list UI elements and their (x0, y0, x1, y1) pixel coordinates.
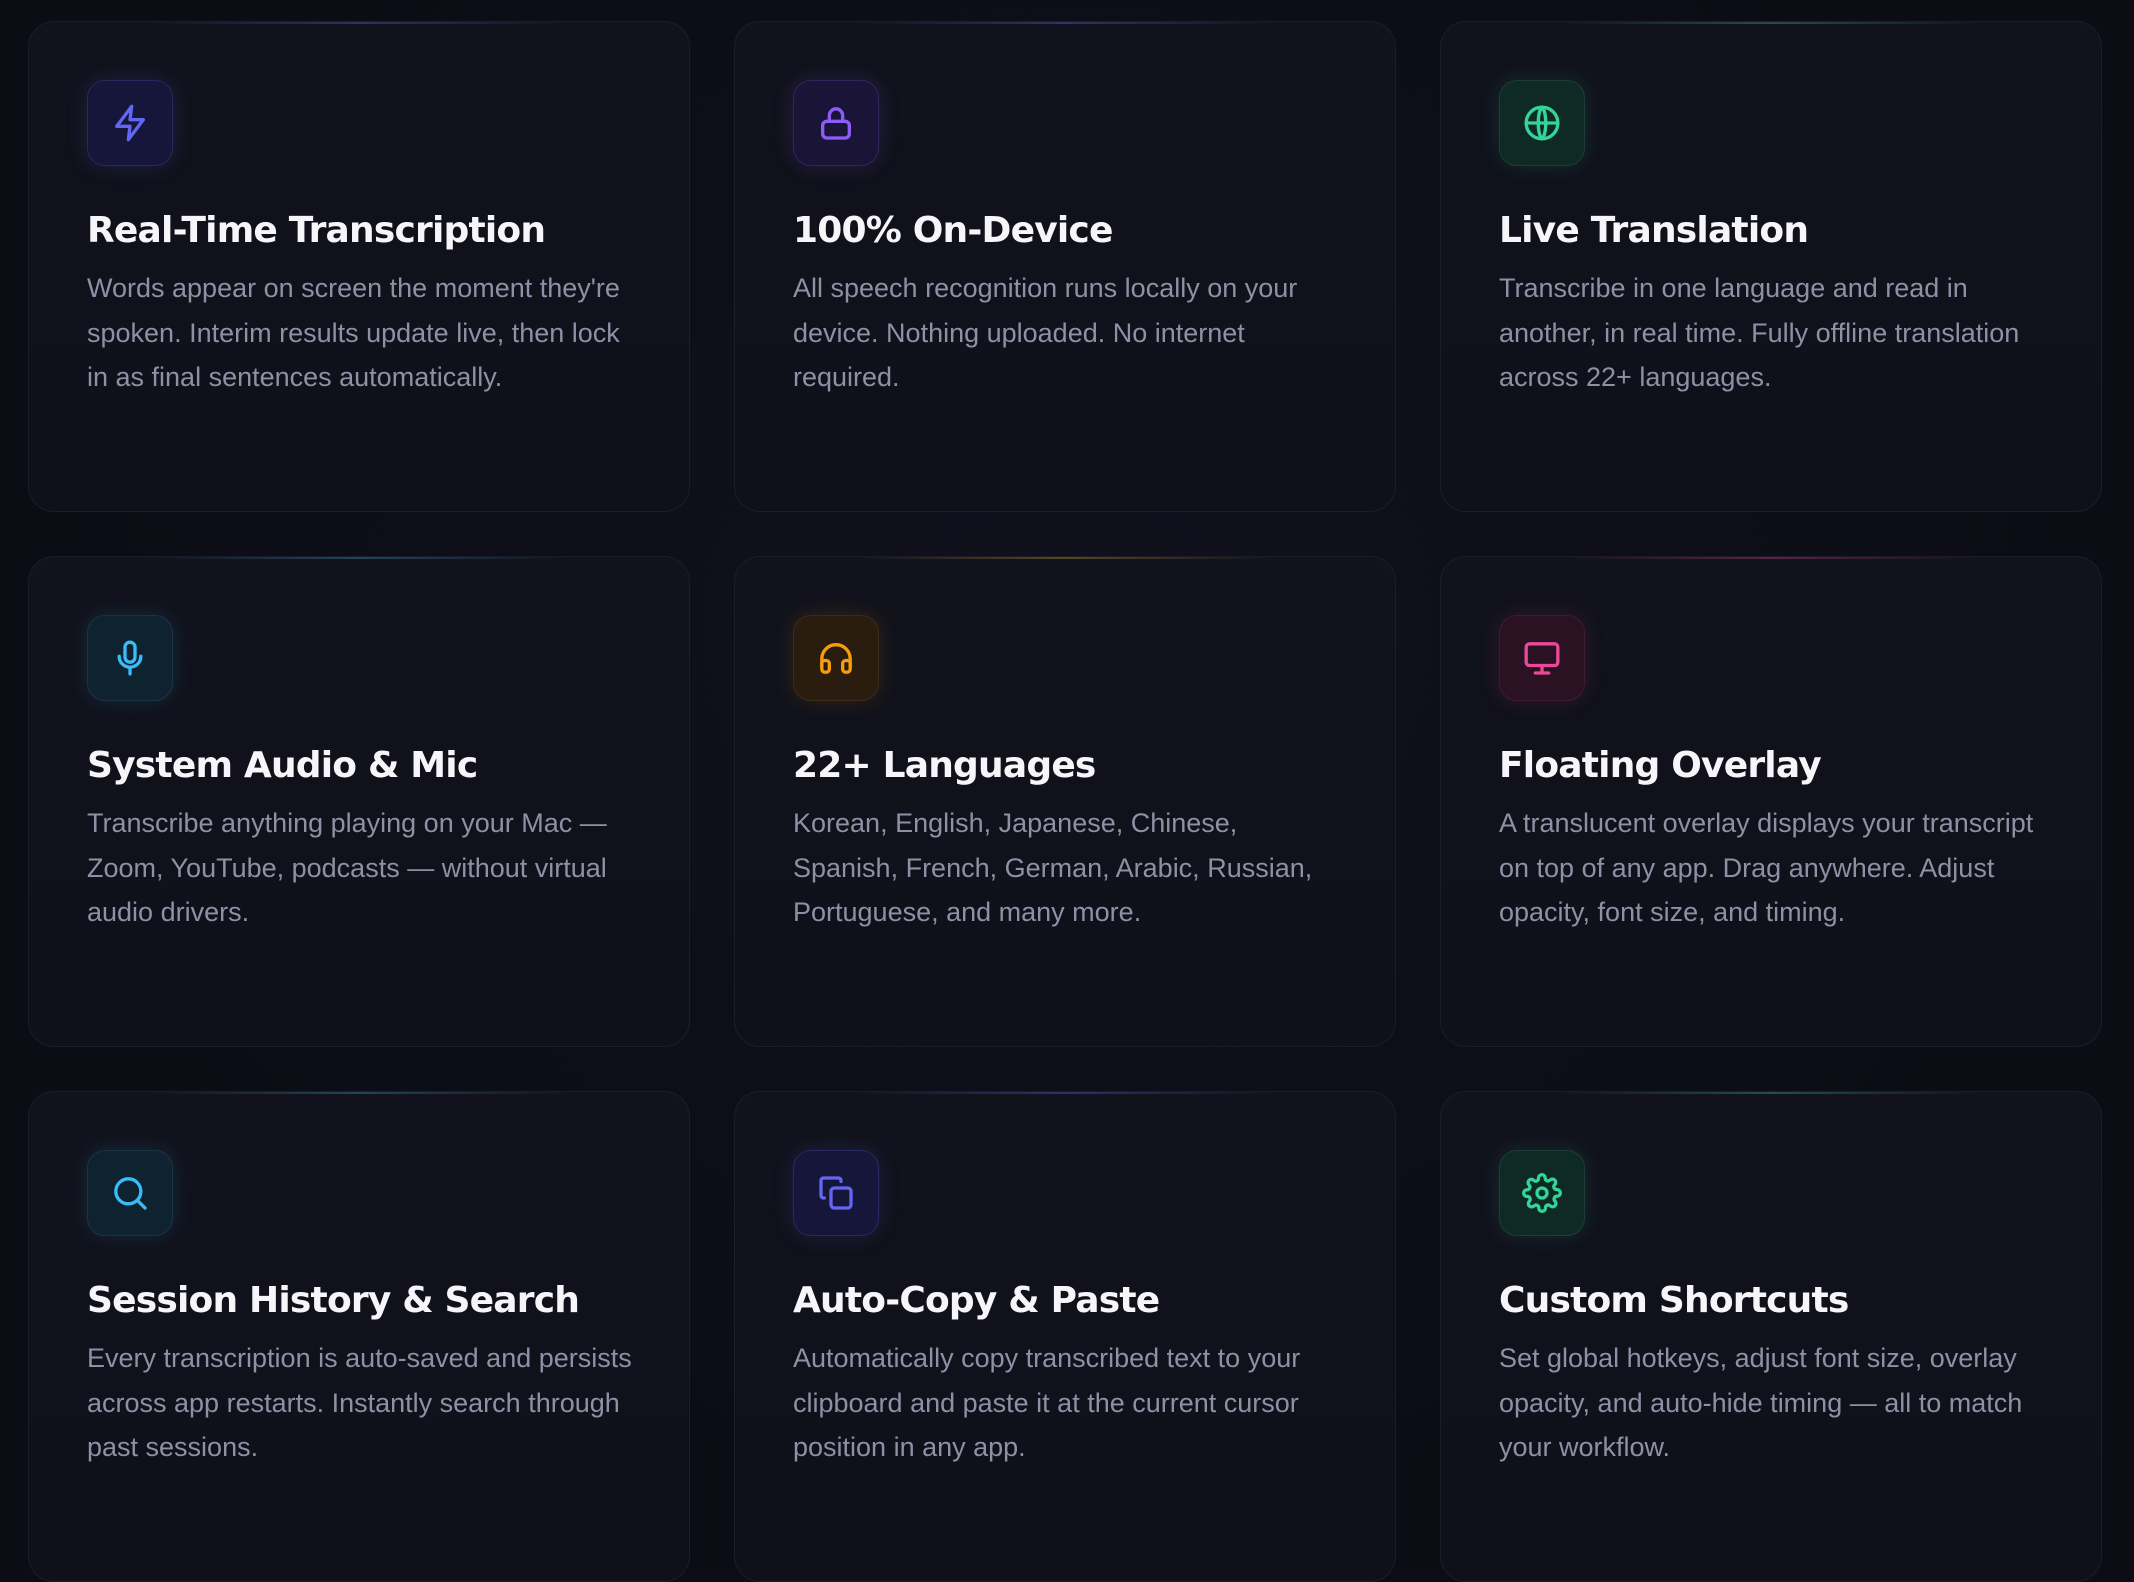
feature-card-live-translation: Live Translation Transcribe in one langu… (1440, 21, 2102, 512)
feature-card-auto-copy-paste: Auto-Copy & Paste Automatically copy tra… (734, 1091, 1396, 1582)
feature-description: Transcribe in one language and read in a… (1499, 273, 2020, 392)
feature-description: A translucent overlay displays your tran… (1499, 808, 2034, 927)
feature-title: Real-Time Transcription (87, 210, 546, 251)
search-icon-box (87, 1150, 173, 1236)
feature-title: Session History & Search (87, 1280, 580, 1321)
microphone-icon (117, 640, 143, 676)
feature-card-session-history-search: Session History & Search Every transcrip… (28, 1091, 690, 1582)
gear-icon (1522, 1173, 1562, 1213)
globe-icon-box (1499, 80, 1585, 166)
feature-description: Korean, English, Japanese, Chinese, Span… (793, 808, 1313, 927)
feature-card-real-time-transcription: Real-Time Transcription Words appear on … (28, 21, 690, 512)
feature-description: Automatically copy transcribed text to y… (793, 1343, 1301, 1462)
feature-grid: Real-Time Transcription Words appear on … (28, 21, 2102, 1582)
monitor-icon-box (1499, 615, 1585, 701)
feature-card-floating-overlay: Floating Overlay A translucent overlay d… (1440, 556, 2102, 1047)
lightning-icon (115, 104, 145, 142)
copy-icon (819, 1176, 853, 1210)
feature-description: All speech recognition runs locally on y… (793, 273, 1298, 392)
copy-icon-box (793, 1150, 879, 1236)
feature-title: 22+ Languages (793, 745, 1096, 786)
monitor-icon (1524, 642, 1560, 675)
feature-title: Custom Shortcuts (1499, 1280, 1849, 1321)
globe-icon (1524, 105, 1560, 141)
feature-title: System Audio & Mic (87, 745, 478, 786)
feature-card-languages: 22+ Languages Korean, English, Japanese,… (734, 556, 1396, 1047)
lightning-icon-box (87, 80, 173, 166)
feature-title: 100% On-Device (793, 210, 1113, 251)
feature-description: Words appear on screen the moment they'r… (87, 273, 620, 392)
feature-title: Live Translation (1499, 210, 1809, 251)
gear-icon-box (1499, 1150, 1585, 1236)
feature-title: Auto-Copy & Paste (793, 1280, 1160, 1321)
lock-icon-box (793, 80, 879, 166)
feature-card-on-device: 100% On-Device All speech recognition ru… (734, 21, 1396, 512)
feature-title: Floating Overlay (1499, 745, 1822, 786)
feature-card-system-audio-mic: System Audio & Mic Transcribe anything p… (28, 556, 690, 1047)
feature-description: Transcribe anything playing on your Mac … (87, 808, 607, 927)
feature-description: Every transcription is auto-saved and pe… (87, 1343, 632, 1462)
feature-card-custom-shortcuts: Custom Shortcuts Set global hotkeys, adj… (1440, 1091, 2102, 1582)
search-icon (114, 1177, 147, 1210)
feature-description: Set global hotkeys, adjust font size, ov… (1499, 1343, 2023, 1462)
microphone-icon-box (87, 615, 173, 701)
lock-icon (821, 107, 851, 140)
headphones-icon-box (793, 615, 879, 701)
headphones-icon (820, 643, 852, 674)
